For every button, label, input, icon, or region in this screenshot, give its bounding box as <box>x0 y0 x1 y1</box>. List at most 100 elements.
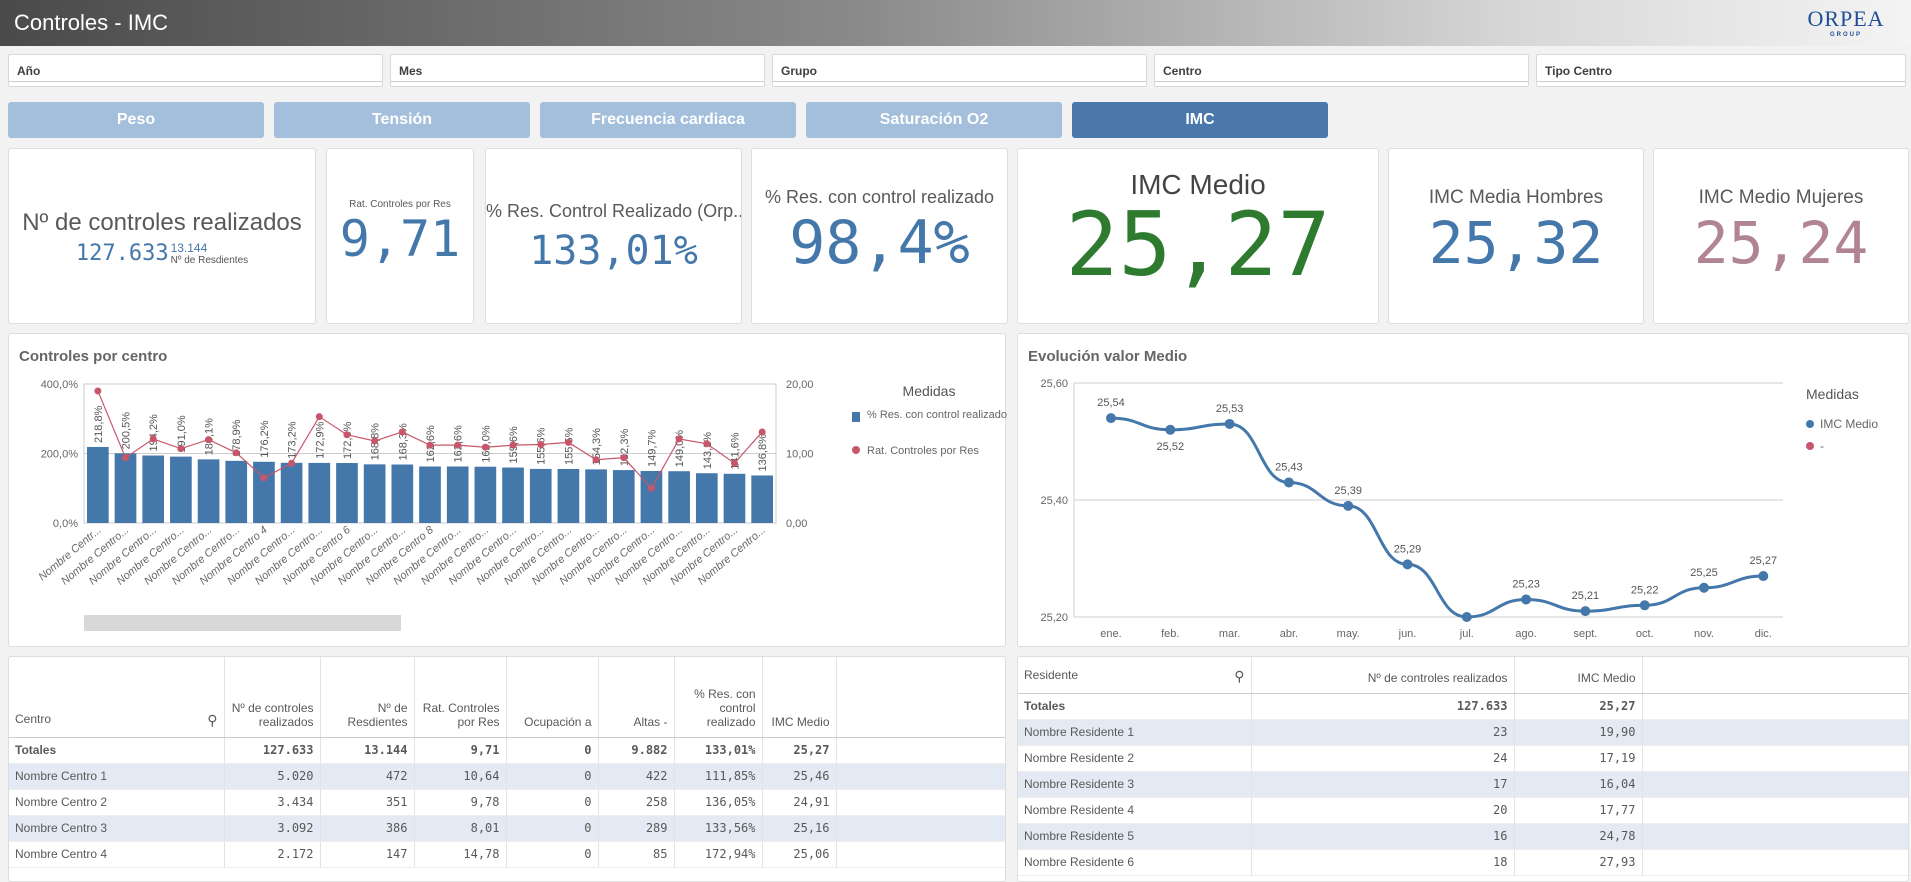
kpi-pct: % Res. con control realizado 98,4% <box>751 148 1008 324</box>
bar <box>668 471 690 523</box>
table-row[interactable]: Nombre Residente 2 24 17,19 <box>1018 745 1908 772</box>
bar-label: 172,6% <box>342 421 354 459</box>
table-row[interactable]: Nombre Centro 2 3.434 351 9,78 0 258 136,05% 24… <box>9 789 1005 816</box>
x-tick-label: abr. <box>1280 628 1298 640</box>
ratio-point <box>675 435 683 443</box>
x-tick-label: jul. <box>1459 628 1474 640</box>
table-cell: 17,19 <box>1514 745 1643 772</box>
table-row[interactable]: Nombre Centro 1 5.020 472 10,64 0 422 111,85% 2… <box>9 763 1005 790</box>
table-row[interactable]: Nombre Residente 4 20 17,77 <box>1018 797 1908 824</box>
search-icon[interactable]: ⚲ <box>207 712 217 729</box>
bar <box>585 469 607 523</box>
table-cell: 127.633 <box>1251 693 1515 720</box>
column-header[interactable]: Altas - <box>598 657 675 738</box>
table-cell: 9,78 <box>414 789 507 816</box>
imc-point <box>1402 559 1413 570</box>
table-cell: 3.434 <box>224 789 321 816</box>
point-label: 25,21 <box>1572 590 1600 602</box>
ratio-point <box>94 387 102 395</box>
table-row[interactable]: Totales 127.633 13.144 9,71 0 9.882 133,01% 25,… <box>9 737 1005 764</box>
bar-label: 143,2% <box>702 432 714 470</box>
filter-mes[interactable]: Mes <box>390 54 765 87</box>
legend-item: - <box>1820 439 1824 453</box>
filter-ano[interactable]: Año <box>8 54 383 87</box>
table-cell: 422 <box>598 763 675 790</box>
search-icon[interactable]: ⚲ <box>1234 668 1244 685</box>
filter-tipo-centro[interactable]: Tipo Centro <box>1536 54 1906 87</box>
bar <box>612 470 635 523</box>
ratio-point <box>205 436 213 444</box>
table-row[interactable]: Nombre Centro 3 3.092 386 8,01 0 289 133,56% 25… <box>9 815 1005 842</box>
table-cell: Nombre Residente 3 <box>1018 771 1252 798</box>
column-header[interactable]: Rat. Controles por Res <box>414 657 507 738</box>
table-row[interactable]: Nombre Residente 1 23 19,90 <box>1018 719 1908 746</box>
tab-frecuencia-cardiaca[interactable]: Frecuencia cardiaca <box>540 102 796 138</box>
table-cell: 25,46 <box>762 763 837 790</box>
tab-saturacion-o2[interactable]: Saturación O2 <box>806 102 1062 138</box>
table-cell: Nombre Residente 1 <box>1018 719 1252 746</box>
table-row[interactable]: Nombre Residente 5 16 24,78 <box>1018 823 1908 850</box>
point-label: 25,53 <box>1216 403 1244 415</box>
table-row[interactable]: Nombre Residente 6 18 27,93 <box>1018 849 1908 876</box>
table-cell: 0 <box>506 789 599 816</box>
column-header-label: Nº de Resdientes <box>347 700 408 729</box>
y-tick: 25,60 <box>1040 378 1068 390</box>
column-header-label: Nº de controles realizados <box>231 700 314 729</box>
column-header[interactable]: % Res. con control realizado <box>674 657 763 738</box>
bar <box>225 460 248 523</box>
filter-grupo[interactable]: Grupo <box>772 54 1147 87</box>
column-header[interactable]: Residente ⚲ <box>1018 657 1252 694</box>
x-tick-label: nov. <box>1694 628 1714 640</box>
bar <box>280 462 303 523</box>
column-header[interactable]: Centro ⚲ <box>9 657 225 738</box>
table-cell: 27,93 <box>1514 849 1643 876</box>
ratio-point <box>177 445 185 453</box>
point-label: 25,25 <box>1690 567 1718 579</box>
x-tick-label: mar. <box>1219 628 1240 640</box>
kpi-sub-label: Nº de Resdientes <box>170 255 249 266</box>
imc-point <box>1165 424 1176 435</box>
table-cell: 17,77 <box>1514 797 1643 824</box>
kpi-imc-medio: IMC Medio 25,27 <box>1017 148 1379 324</box>
column-header-label: Residente <box>1024 667 1079 682</box>
table-cell: 351 <box>320 789 415 816</box>
bar <box>751 475 773 523</box>
filler <box>836 657 1005 738</box>
tab-tension[interactable]: Tensión <box>274 102 530 138</box>
table-cell: Nombre Centro 4 <box>9 841 225 868</box>
filter-centro[interactable]: Centro <box>1154 54 1529 87</box>
kpi-label: % Res. con control realizado <box>764 187 995 207</box>
x-tick-label: feb. <box>1161 628 1179 640</box>
table-row[interactable]: Totales 127.633 25,27 <box>1018 693 1908 720</box>
table-cell: 9.882 <box>598 737 675 764</box>
column-header[interactable]: Nº de Resdientes <box>320 657 415 738</box>
ratio-point <box>288 459 296 467</box>
imc-point <box>1580 606 1591 617</box>
table-row[interactable]: Nombre Residente 3 17 16,04 <box>1018 771 1908 798</box>
column-header[interactable]: IMC Medio <box>762 657 837 738</box>
ratio-point <box>343 431 351 439</box>
kpi-sub-value: 13.144 <box>170 241 208 255</box>
table-cell: 25,06 <box>762 841 837 868</box>
tab-peso[interactable]: Peso <box>8 102 264 138</box>
chart-scrollbar[interactable] <box>84 615 401 631</box>
legend-swatch <box>1806 442 1814 450</box>
kpi-value: 25,24 <box>1693 209 1869 277</box>
ratio-point <box>730 459 738 467</box>
bar <box>557 468 580 523</box>
kpi-value: 25,27 <box>1065 193 1331 296</box>
column-header[interactable]: IMC Medio <box>1514 657 1643 694</box>
column-header[interactable]: Nº de controles realizados <box>1251 657 1515 694</box>
table-cell: 127.633 <box>224 737 321 764</box>
chart-evolucion-valor-medio: Evolución valor Medio 25,20 25,40 25,60 25,… <box>1017 333 1909 647</box>
bar <box>197 459 220 523</box>
bar-label: 194,2% <box>148 414 160 452</box>
x-tick-label: ene. <box>1100 628 1121 640</box>
bar-label: 172,9% <box>314 421 326 459</box>
table-cell: 13.144 <box>320 737 415 764</box>
ratio-point <box>703 440 711 448</box>
column-header[interactable]: Nº de controles realizados <box>224 657 321 738</box>
column-header[interactable]: Ocupación a <box>506 657 599 738</box>
table-row[interactable]: Nombre Centro 4 2.172 147 14,78 0 85 172,94% 25… <box>9 841 1005 868</box>
tab-imc[interactable]: IMC <box>1072 102 1328 138</box>
